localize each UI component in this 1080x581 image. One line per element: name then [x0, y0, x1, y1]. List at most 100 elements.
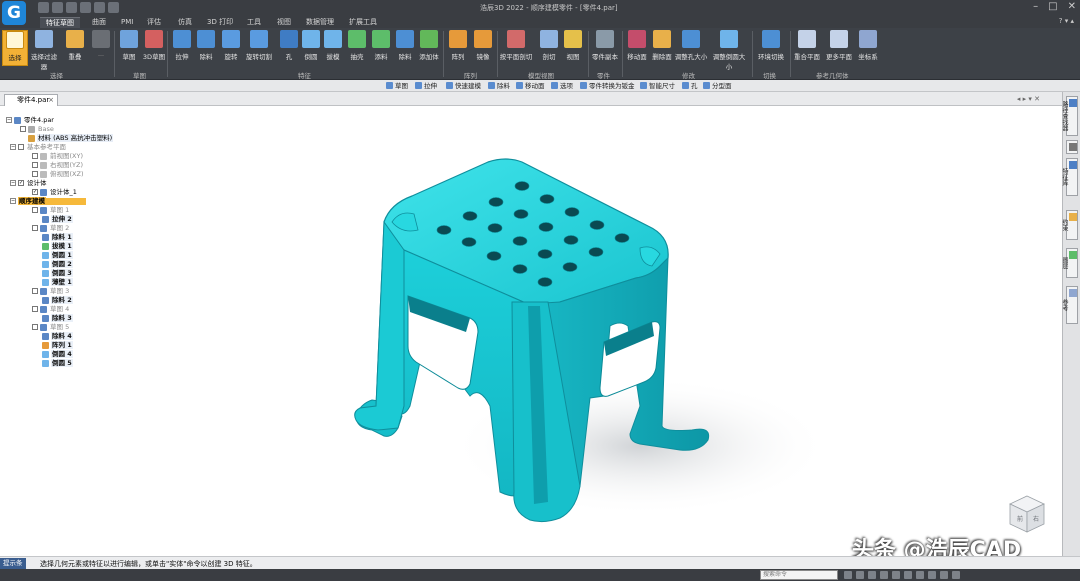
display-mode-icon[interactable] — [904, 571, 912, 579]
checkbox[interactable] — [32, 162, 38, 168]
checkbox[interactable] — [32, 225, 38, 231]
tree-item[interactable]: 材料 (ABS 高抗冲击塑料) — [28, 134, 114, 143]
cmd-smart-dimension[interactable]: 智能尺寸 — [640, 81, 675, 91]
environment-switch-button[interactable]: 环境切换 — [755, 30, 787, 61]
zoom-icon[interactable] — [844, 571, 852, 579]
tree-item[interactable]: 阵列 1 — [42, 341, 73, 350]
checkbox[interactable] — [32, 324, 38, 330]
tree-item[interactable]: 薄壁 1 — [42, 278, 73, 287]
views-icon[interactable] — [928, 571, 936, 579]
collapse-icon[interactable]: − — [10, 198, 16, 204]
collapse-icon[interactable]: − — [6, 117, 12, 123]
cmd-extrude[interactable]: 拉伸 — [415, 81, 437, 91]
cmd-sketch[interactable]: 草图 — [386, 81, 408, 91]
resize-round-button[interactable]: 调整倒圆大小 — [710, 30, 748, 71]
new-icon[interactable] — [38, 2, 49, 13]
checkbox[interactable] — [20, 126, 26, 132]
tree-item[interactable]: 除料 1 — [42, 233, 73, 242]
view-cube[interactable]: 前 右 — [1006, 492, 1048, 536]
graphics-viewport[interactable] — [0, 106, 1062, 556]
tree-item[interactable]: 拔模 1 — [42, 242, 73, 251]
tab-view[interactable]: 视图 — [277, 17, 291, 28]
tab-extensions[interactable]: 扩展工具 — [349, 17, 377, 28]
tree-item[interactable]: Base — [20, 125, 55, 134]
tree-item[interactable]: 草图 2 — [32, 224, 70, 233]
section-view-icon[interactable] — [940, 571, 948, 579]
sidebar-pathfinder[interactable]: 路径查找器 — [1061, 96, 1078, 136]
tree-item[interactable]: 倒圆 2 — [42, 260, 73, 269]
checkbox[interactable]: ✓ — [18, 180, 24, 186]
stool-model[interactable] — [0, 106, 1062, 556]
delete-face-button[interactable]: 删除面 — [649, 30, 675, 61]
save-icon[interactable] — [66, 2, 77, 13]
tree-item[interactable]: 倒圆 3 — [42, 269, 73, 278]
tree-item[interactable]: 倒圆 4 — [42, 350, 73, 359]
cmd-parting-surface[interactable]: 分型面 — [703, 81, 732, 91]
tree-item[interactable]: 除料 3 — [42, 314, 73, 323]
collapse-icon[interactable]: − — [10, 180, 16, 186]
section-button[interactable]: 剖切 — [536, 30, 562, 61]
pan-icon[interactable] — [880, 571, 888, 579]
tree-item[interactable]: 除料 2 — [42, 296, 73, 305]
tree-item[interactable]: − 顺序建模 — [10, 197, 86, 206]
coincident-plane-button[interactable]: 重合平面 — [792, 30, 822, 61]
tree-item[interactable]: 前视图(XY) — [32, 152, 84, 161]
more-planes-button[interactable]: 更多平面 — [824, 30, 854, 61]
sketch-button[interactable]: 草图 — [116, 30, 142, 61]
view-button[interactable]: 视图 — [560, 30, 586, 61]
3d-sketch-button[interactable]: 3D草图 — [141, 30, 167, 61]
select-filter-button[interactable]: 选择过滤器 — [28, 30, 60, 71]
tab-tools[interactable]: 工具 — [247, 17, 261, 28]
revolve-button[interactable]: 旋转 — [218, 30, 244, 61]
coordinate-system-button[interactable]: 坐标系 — [855, 30, 881, 61]
command-search-input[interactable]: 搜索命令 — [760, 570, 838, 580]
checkbox[interactable] — [32, 153, 38, 159]
part-copy-button[interactable]: 零件副本 — [590, 30, 620, 61]
document-controls[interactable]: ◂ ▸ ▾ ✕ — [1017, 95, 1040, 103]
checkbox[interactable]: ✓ — [32, 189, 38, 195]
tree-item[interactable]: 俯视图(XZ) — [32, 170, 84, 179]
settings-icon[interactable] — [952, 571, 960, 579]
sidebar-layers[interactable]: 图层 — [1061, 248, 1078, 278]
add-body-button[interactable]: 添加体 — [416, 30, 442, 61]
tab-surface[interactable]: 曲面 — [92, 17, 106, 28]
open-icon[interactable] — [52, 2, 63, 13]
redo-icon[interactable] — [108, 2, 119, 13]
cmd-options[interactable]: 选项 — [551, 81, 573, 91]
cmd-hole[interactable]: 孔 — [682, 81, 698, 91]
checkbox[interactable] — [32, 288, 38, 294]
remove-button[interactable]: 除料 — [392, 30, 418, 61]
tab-pmi[interactable]: PMI — [121, 17, 133, 28]
tree-item[interactable]: 右视图(YZ) — [32, 161, 84, 170]
extrude-button[interactable]: 拉伸 — [169, 30, 195, 61]
checkbox[interactable] — [32, 171, 38, 177]
checkbox[interactable] — [18, 144, 24, 150]
cut-button[interactable]: 除料 — [193, 30, 219, 61]
zoom-area-icon[interactable] — [856, 571, 864, 579]
pattern-button[interactable]: 阵列 — [445, 30, 471, 61]
fit-icon[interactable] — [868, 571, 876, 579]
tab-evaluate[interactable]: 评估 — [147, 17, 161, 28]
tab-feature-sketch[interactable]: 特征草图 — [40, 17, 80, 28]
tree-item[interactable]: − 零件4.par — [6, 116, 55, 125]
select-button[interactable]: 选择 — [2, 30, 28, 66]
shading-icon[interactable] — [916, 571, 924, 579]
document-tab[interactable]: 零件4.par × — [4, 94, 58, 106]
revolve-cut-button[interactable]: 旋转切割 — [244, 30, 274, 61]
collapse-icon[interactable]: − — [10, 144, 16, 150]
tree-item[interactable]: 倒圆 5 — [42, 359, 73, 368]
print-icon[interactable] — [80, 2, 91, 13]
shell-button[interactable]: 抽壳 — [344, 30, 370, 61]
section-by-plane-button[interactable]: 按平面剖切 — [499, 30, 533, 61]
checkbox[interactable] — [32, 306, 38, 312]
rollback-bar[interactable] — [46, 197, 86, 205]
tree-item[interactable]: − ✓ 设计体 — [10, 179, 48, 188]
tree-item[interactable]: 拉伸 2 — [42, 215, 73, 224]
cmd-cut[interactable]: 除料 — [488, 81, 510, 91]
minimize-icon[interactable]: – — [1033, 1, 1038, 12]
help-controls[interactable]: ? ▾ ▴ — [1059, 17, 1074, 25]
rotate-icon[interactable] — [892, 571, 900, 579]
tree-item[interactable]: 除料 4 — [42, 332, 73, 341]
tab-3d-print[interactable]: 3D 打印 — [207, 17, 233, 28]
sidebar-help[interactable] — [1066, 140, 1078, 154]
